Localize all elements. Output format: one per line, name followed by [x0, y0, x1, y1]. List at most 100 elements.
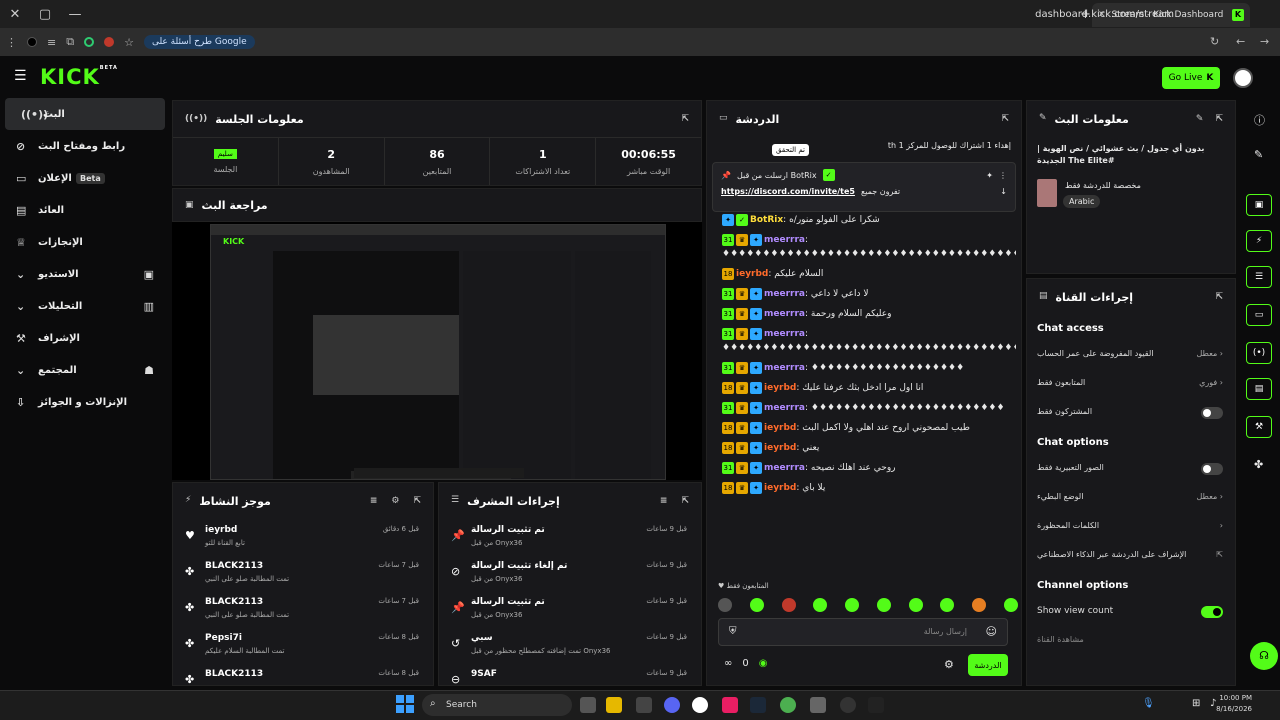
extension-green-icon[interactable]: [84, 37, 95, 47]
sidebar-item-achievements[interactable]: ♕ الإنجازات: [0, 226, 170, 258]
restore-window-icon[interactable]: ▢: [30, 7, 60, 22]
chat-user[interactable]: meerrra: [764, 403, 805, 413]
setting-slow-mode[interactable]: الوضع البطيء معطل ›: [1027, 483, 1235, 512]
minimize-window-icon[interactable]: —: [60, 7, 90, 22]
sidebar-item-stream-key[interactable]: ⊘ رابط ومفتاح البث: [0, 130, 170, 162]
edit-icon[interactable]: ✎: [1196, 114, 1204, 124]
sidebar-item-analytics[interactable]: ⌄ التحليلات ▥: [0, 290, 170, 322]
emoji-icon[interactable]: ☺: [986, 625, 997, 638]
task-view-icon[interactable]: [580, 697, 596, 713]
hamburger-menu-icon[interactable]: ☰: [14, 68, 27, 84]
windows-start-icon[interactable]: [396, 695, 414, 713]
setting-banned-words[interactable]: الكلمات المحظورة ›: [1027, 512, 1235, 541]
playlist-icon[interactable]: ≡: [47, 36, 56, 49]
steam-icon[interactable]: [750, 697, 766, 713]
popout-icon[interactable]: ⇱: [1215, 292, 1223, 302]
emote-icon[interactable]: [845, 598, 860, 612]
chrome-icon[interactable]: [780, 697, 796, 713]
chat-user[interactable]: BotRix: [750, 215, 783, 225]
info-icon[interactable]: ⓘ: [1254, 112, 1265, 128]
emote-icon[interactable]: [1003, 598, 1018, 612]
send-chat-button[interactable]: الدردشة: [968, 654, 1008, 676]
go-live-button[interactable]: Go Live K: [1162, 67, 1220, 89]
link-icon[interactable]: ∞: [724, 658, 732, 669]
filter-icon[interactable]: ≡: [370, 496, 378, 506]
emote-icon[interactable]: [972, 598, 987, 612]
sidebar-item-community[interactable]: ⌄ المجتمع ☗: [0, 354, 170, 386]
emote-icon[interactable]: [749, 598, 764, 612]
app-icon[interactable]: [692, 697, 708, 713]
support-icon[interactable]: ☊: [1250, 642, 1278, 670]
profile-icon[interactable]: [27, 37, 37, 47]
discord-icon[interactable]: [664, 697, 680, 713]
user-avatar[interactable]: [1233, 68, 1253, 88]
url-text[interactable]: dashboard.kick.com/stream: [1035, 9, 1174, 20]
kick-logo[interactable]: KICKBETA: [40, 65, 118, 89]
subscribers-only-toggle[interactable]: [1201, 407, 1223, 419]
popout-icon[interactable]: ⇱: [681, 496, 689, 506]
sidebar-item-moderation[interactable]: ⚒ الإشراف: [0, 322, 170, 354]
chat-input[interactable]: ⛨ إرسال رسالة ☺: [718, 618, 1008, 646]
chat-user[interactable]: meerrra: [764, 363, 805, 373]
settings-app-icon[interactable]: [810, 697, 826, 713]
chat-user[interactable]: meerrra: [764, 309, 805, 319]
sidebar-item-studio[interactable]: ⌄ الاستديو ▣: [0, 258, 170, 290]
forward-icon[interactable]: →: [1260, 35, 1269, 48]
app-icon[interactable]: [636, 697, 652, 713]
bookmark-star-icon[interactable]: ☆: [124, 36, 134, 49]
rail-preview-button[interactable]: ▣: [1246, 194, 1272, 216]
rail-chat-button[interactable]: ▭: [1246, 304, 1272, 326]
expand-chevron-icon[interactable]: ↓: [1000, 187, 1007, 196]
chat-user[interactable]: ieyrbd: [764, 383, 796, 393]
sidebar-item-ads[interactable]: ▭ الإعلان Beta: [0, 162, 170, 194]
emote-icon[interactable]: [940, 598, 955, 612]
chat-user[interactable]: ieyrbd: [764, 483, 796, 493]
settings-icon[interactable]: ⚙: [391, 496, 399, 506]
rail-session-button[interactable]: (•): [1246, 342, 1272, 364]
extension-red-icon[interactable]: [104, 37, 115, 47]
rail-activity-button[interactable]: ⚡: [1246, 230, 1272, 252]
rail-list-button[interactable]: ☰: [1246, 266, 1272, 288]
emote-icon[interactable]: [813, 598, 828, 612]
chat-settings-icon[interactable]: ⚙: [944, 658, 954, 671]
ask-google-pill[interactable]: طرح أسئلة على Google: [143, 35, 255, 49]
taskbar-clock[interactable]: 10:00 PM 8/16/2026: [1216, 693, 1252, 715]
obs-icon[interactable]: [840, 697, 856, 713]
epic-games-icon[interactable]: [868, 697, 884, 713]
chat-user[interactable]: ieyrbd: [764, 423, 796, 433]
network-icon[interactable]: ⊞: [1192, 698, 1200, 709]
pencil-icon[interactable]: ✎: [1254, 148, 1263, 161]
setting-ai-moderation[interactable]: الإشراف على الدردشة عبر الذكاء الاصطناعي…: [1027, 541, 1235, 570]
tiktok-icon[interactable]: [722, 697, 738, 713]
chat-user[interactable]: meerrra: [764, 289, 805, 299]
chat-user[interactable]: ieyrbd: [736, 269, 768, 279]
chat-user[interactable]: meerrra: [764, 463, 805, 473]
sidebar-item-drops[interactable]: ⇩ الإنزالات و الجوائز: [0, 386, 170, 418]
chat-user[interactable]: meerrra: [764, 235, 805, 245]
emote-icon[interactable]: [876, 598, 891, 612]
setting-followers-only[interactable]: المتابعون فقط فوري ›: [1027, 369, 1235, 398]
chat-user[interactable]: ieyrbd: [764, 443, 796, 453]
emote-icon[interactable]: [718, 598, 732, 612]
microphone-icon[interactable]: 🎙: [1142, 698, 1155, 709]
back-icon[interactable]: ←: [1236, 35, 1245, 48]
popout-icon[interactable]: ⇱: [1215, 114, 1223, 124]
drops-icon[interactable]: ✤: [1254, 458, 1263, 471]
emote-icon[interactable]: [908, 598, 923, 612]
reload-icon[interactable]: ↻: [1210, 35, 1219, 48]
filter-icon[interactable]: ≡: [660, 496, 668, 506]
sidebar-item-revenue[interactable]: ▤ العائد: [0, 194, 170, 226]
popout-icon[interactable]: ⇱: [681, 114, 689, 124]
extension-icon[interactable]: ⧉: [66, 35, 74, 49]
rail-mod-button[interactable]: ⚒: [1246, 416, 1272, 438]
more-icon[interactable]: ⋮: [999, 171, 1007, 180]
popout-icon[interactable]: ⇱: [413, 496, 421, 506]
show-view-count-toggle[interactable]: [1201, 606, 1223, 618]
setting-account-age[interactable]: القيود المفروضة على عمر الحساب معطل ›: [1027, 340, 1235, 369]
popout-icon[interactable]: ⇱: [1001, 114, 1009, 124]
chat-user[interactable]: meerrra: [764, 329, 805, 339]
file-explorer-icon[interactable]: [606, 697, 622, 713]
close-window-icon[interactable]: ✕: [0, 7, 30, 22]
stream-preview-video[interactable]: KICK: [172, 222, 702, 480]
taskbar-search[interactable]: Search: [422, 694, 572, 716]
